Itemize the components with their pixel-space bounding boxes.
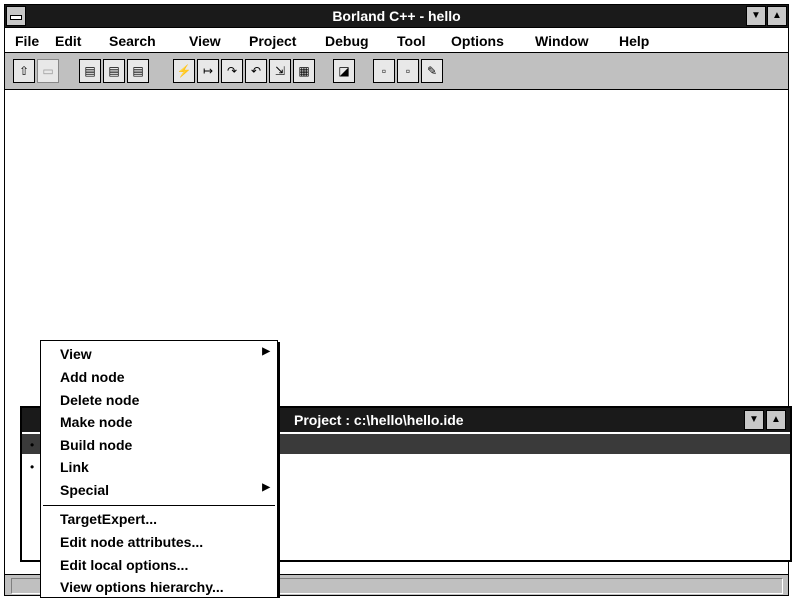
menu-separator: [43, 505, 275, 506]
menu-item-view[interactable]: View ▶: [60, 346, 276, 362]
tree-bullet: •: [30, 438, 35, 452]
tool-icon[interactable]: ✎: [421, 59, 443, 83]
speedbar: ⇧ ▭ ▤ ▤ ▤ ⚡ ↦ ↷ ↶ ⇲ ▦ ◪ ▫ ▫ ✎: [4, 52, 789, 90]
project-minimize-icon[interactable]: ▼: [744, 410, 764, 430]
menu-file[interactable]: File: [15, 33, 39, 49]
run-icon[interactable]: ⚡: [173, 59, 195, 83]
new-file-icon[interactable]: ▫: [373, 59, 395, 83]
project-maximize-icon[interactable]: ▲: [766, 410, 786, 430]
build-icon[interactable]: ▤: [127, 59, 149, 83]
project-window-title: Project : c:\hello\hello.ide: [294, 412, 464, 428]
menu-item-make-node[interactable]: Make node: [60, 414, 132, 430]
menu-item-build-node[interactable]: Build node: [60, 437, 132, 453]
toggle-breakpoint-icon[interactable]: ↶: [245, 59, 267, 83]
new-window-icon[interactable]: ◪: [333, 59, 355, 83]
trace-into-icon[interactable]: ↷: [221, 59, 243, 83]
menu-help[interactable]: Help: [619, 33, 649, 49]
window-title: Borland C++ - hello: [332, 8, 461, 24]
menu-debug[interactable]: Debug: [325, 33, 369, 49]
menu-edit[interactable]: Edit: [55, 33, 81, 49]
open-project-icon[interactable]: ⇧: [13, 59, 35, 83]
menu-item-view-options-hierarchy[interactable]: View options hierarchy...: [60, 579, 224, 595]
new-project-icon[interactable]: ▫: [397, 59, 419, 83]
menu-view[interactable]: View: [189, 33, 221, 49]
step-over-icon[interactable]: ↦: [197, 59, 219, 83]
inspect-icon[interactable]: ⇲: [269, 59, 291, 83]
menu-item-special[interactable]: Special ▶: [60, 482, 276, 498]
menu-item-targetexpert[interactable]: TargetExpert...: [60, 511, 157, 527]
submenu-arrow-icon: ▶: [262, 482, 270, 493]
menu-item-edit-node-attributes[interactable]: Edit node attributes...: [60, 534, 203, 550]
submenu-arrow-icon: ▶: [262, 346, 270, 357]
find-icon[interactable]: ▦: [293, 59, 315, 83]
save-project-icon[interactable]: ▭: [37, 59, 59, 83]
menu-item-link[interactable]: Link: [60, 459, 89, 475]
menu-search[interactable]: Search: [109, 33, 156, 49]
compile-icon[interactable]: ▤: [79, 59, 101, 83]
menu-item-delete-node[interactable]: Delete node: [60, 392, 139, 408]
menu-item-add-node[interactable]: Add node: [60, 369, 125, 385]
menu-project[interactable]: Project: [249, 33, 296, 49]
make-icon[interactable]: ▤: [103, 59, 125, 83]
project-context-menu: View ▶ Add node Delete node Make node Bui…: [40, 340, 278, 598]
menu-options[interactable]: Options: [451, 33, 504, 49]
main-title-bar[interactable]: Borland C++ - hello ▼ ▲: [4, 4, 789, 28]
tree-bullet: •: [30, 460, 35, 474]
maximize-icon[interactable]: ▲: [767, 6, 787, 26]
menu-tool[interactable]: Tool: [397, 33, 426, 49]
menu-item-edit-local-options[interactable]: Edit local options...: [60, 557, 188, 573]
menu-window[interactable]: Window: [535, 33, 589, 49]
menu-bar: File Edit Search View Project Debug Tool…: [4, 28, 789, 52]
minimize-icon[interactable]: ▼: [746, 6, 766, 26]
